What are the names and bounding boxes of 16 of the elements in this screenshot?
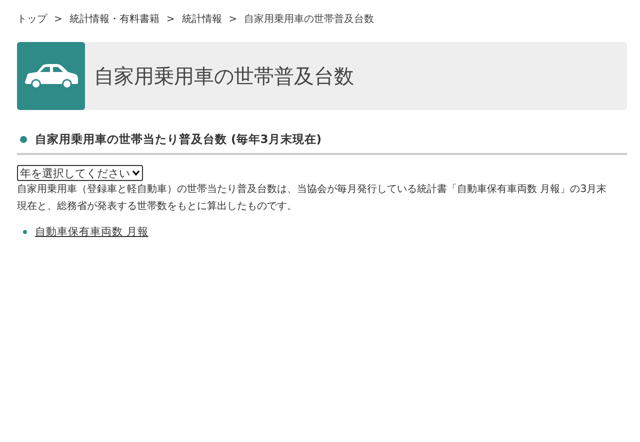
chevron-down-icon <box>132 170 140 176</box>
bullet-icon <box>23 230 27 234</box>
car-icon <box>23 62 79 90</box>
section-title: 自家用乗用車の世帯当たり普及台数 (毎年3月末現在) <box>35 132 322 147</box>
page-title: 自家用乗用車の世帯普及台数 <box>94 62 354 90</box>
description-text: 自家用乗用車（登録車と軽自動車）の世帯当たり普及台数は、当協会が毎月発行している統計書「自動車保有車両数 月報」の3月末現在と、総務省が発表する世帯数をもとに算出したものです。 <box>17 182 608 214</box>
breadcrumb-link[interactable]: 統計情報 <box>182 12 222 26</box>
report-link[interactable]: 自動車保有車両数 月報 <box>35 225 148 239</box>
breadcrumb-separator: > <box>228 14 238 24</box>
breadcrumb-separator: > <box>54 14 62 24</box>
bullet-icon <box>20 136 27 143</box>
breadcrumb-current: 自家用乗用車の世帯普及台数 <box>244 12 374 26</box>
breadcrumb-link[interactable]: 統計情報・有料書籍 <box>69 12 160 26</box>
breadcrumb-separator: > <box>166 14 175 24</box>
breadcrumb-link[interactable]: トップ <box>17 12 47 26</box>
year-select[interactable]: 年を選択してください <box>17 165 143 181</box>
